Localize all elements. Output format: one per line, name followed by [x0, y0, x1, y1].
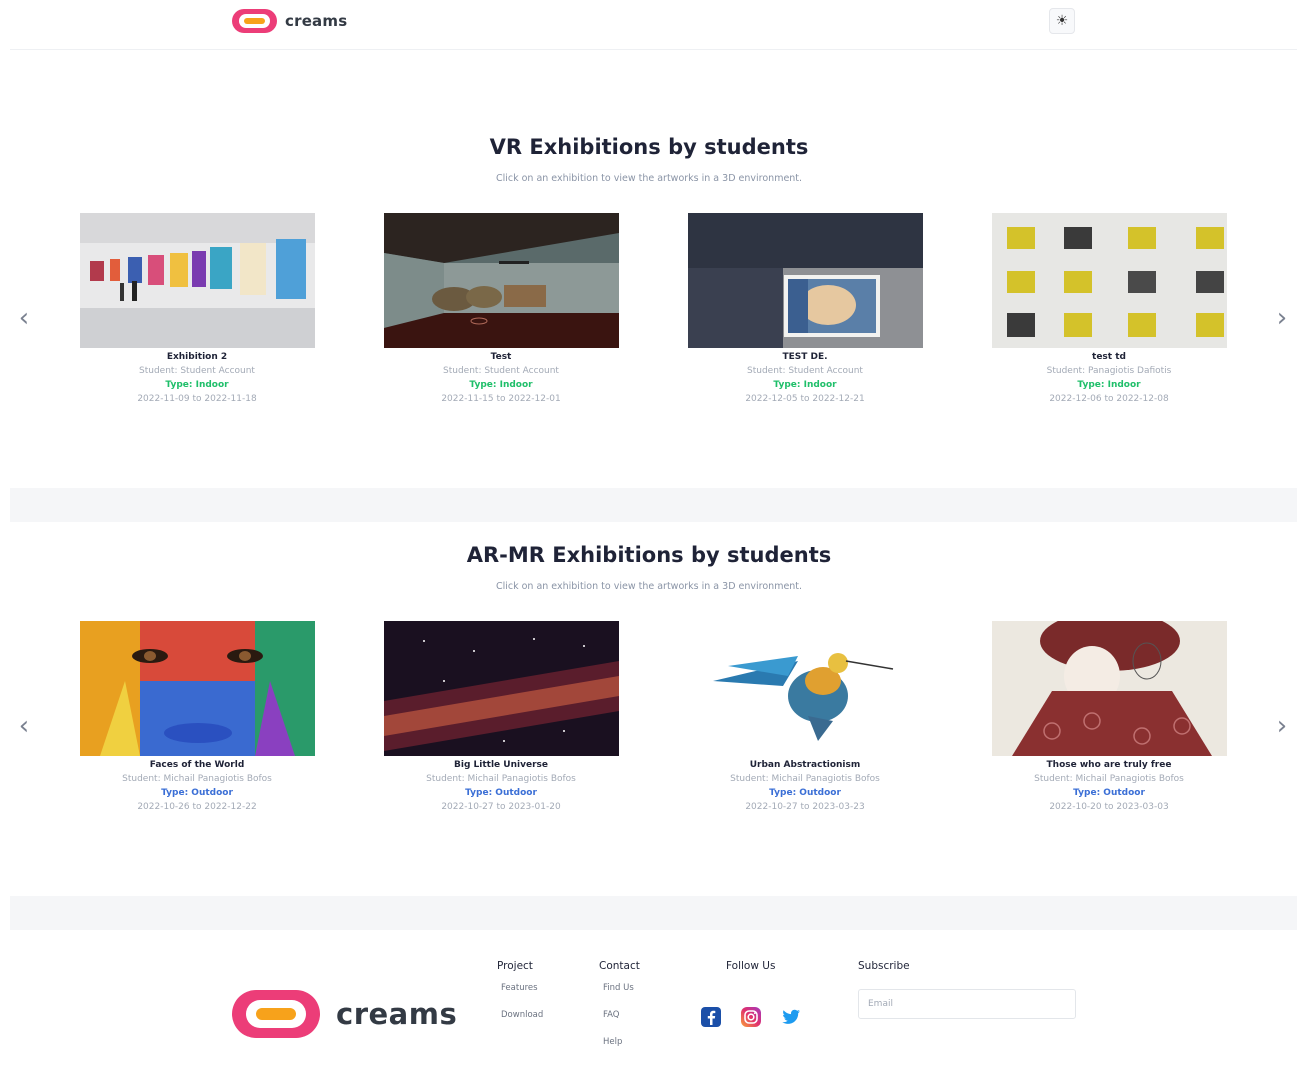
exhibition-student: Student: Michail Panagiotis Bofos	[730, 774, 880, 784]
exhibition-thumbnail	[992, 213, 1227, 348]
footer-link-faq[interactable]: FAQ	[603, 1010, 619, 1020]
exhibition-student: Student: Student Account	[139, 366, 255, 376]
exhibition-name: Urban Abstractionism	[749, 760, 861, 770]
exhibition-student: Student: Michail Panagiotis Bofos	[1034, 774, 1184, 784]
footer-link-features[interactable]: Features	[501, 983, 538, 993]
creams-logo-icon	[230, 988, 322, 1040]
exhibition-type: Type: Outdoor	[769, 788, 841, 798]
email-field[interactable]	[858, 989, 1076, 1019]
exhibition-name: TEST DE.	[782, 352, 828, 362]
exhibition-dates: 2022-12-05 to 2022-12-21	[745, 394, 865, 404]
footer-link-find-us[interactable]: Find Us	[603, 983, 634, 993]
exhibition-dates: 2022-11-15 to 2022-12-01	[441, 394, 561, 404]
vr-next-arrow-icon[interactable]: ›	[1272, 305, 1292, 331]
footer-brand-logo[interactable]: creams	[230, 988, 457, 1040]
exhibition-student: Student: Student Account	[443, 366, 559, 376]
exhibition-name: Test	[490, 352, 512, 362]
exhibition-dates: 2022-10-26 to 2022-12-22	[137, 802, 257, 812]
exhibition-type: Type: Outdoor	[465, 788, 537, 798]
twitter-icon[interactable]	[780, 1006, 802, 1028]
exhibition-name: test td	[1092, 352, 1126, 362]
section-divider	[10, 488, 1297, 522]
exhibition-dates: 2022-10-27 to 2023-01-20	[441, 802, 561, 812]
facebook-icon[interactable]	[700, 1006, 722, 1028]
exhibition-type: Type: Indoor	[773, 380, 837, 390]
brand-name: creams	[285, 12, 348, 30]
exhibition-name: Exhibition 2	[166, 352, 228, 362]
brand-logo[interactable]: creams	[231, 8, 347, 34]
theme-toggle-button[interactable]: ☀	[1049, 8, 1075, 34]
footer-link-help[interactable]: Help	[603, 1037, 622, 1047]
exhibition-student: Student: Michail Panagiotis Bofos	[426, 774, 576, 784]
exhibition-thumbnail	[688, 213, 923, 348]
exhibition-dates: 2022-12-06 to 2022-12-08	[1049, 394, 1169, 404]
ar-prev-arrow-icon[interactable]: ‹	[14, 713, 34, 739]
exhibition-type: Type: Outdoor	[161, 788, 233, 798]
exhibition-thumbnail	[384, 621, 619, 756]
exhibition-student: Student: Panagiotis Dafiotis	[1046, 366, 1172, 376]
footer-follow-title: Follow Us	[726, 960, 776, 972]
exhibition-thumbnail	[992, 621, 1227, 756]
vr-prev-arrow-icon[interactable]: ‹	[14, 305, 34, 331]
header: creams ☀	[10, 0, 1297, 50]
exhibition-student: Student: Student Account	[747, 366, 863, 376]
exhibition-student: Student: Michail Panagiotis Bofos	[122, 774, 272, 784]
creams-logo-icon	[231, 8, 278, 34]
exhibition-name: Faces of the World	[149, 760, 245, 770]
footer-subscribe-title: Subscribe	[858, 960, 910, 972]
exhibition-type: Type: Indoor	[469, 380, 533, 390]
exhibition-thumbnail	[384, 213, 619, 348]
ar-next-arrow-icon[interactable]: ›	[1272, 713, 1292, 739]
footer-project-title: Project	[497, 960, 533, 972]
exhibition-dates: 2022-10-20 to 2023-03-03	[1049, 802, 1169, 812]
instagram-icon[interactable]	[740, 1006, 762, 1028]
ar-section-title: AR-MR Exhibitions by students	[466, 543, 832, 567]
ar-section-subtitle: Click on an exhibition to view the artwo…	[495, 581, 803, 592]
exhibition-name: Big Little Universe	[454, 760, 548, 770]
section-divider	[10, 896, 1297, 930]
footer-contact-title: Contact	[599, 960, 640, 972]
exhibition-dates: 2022-10-27 to 2023-03-23	[745, 802, 865, 812]
exhibition-type: Type: Outdoor	[1073, 788, 1145, 798]
exhibition-type: Type: Indoor	[165, 380, 229, 390]
exhibition-thumbnail	[80, 621, 315, 756]
footer-brand-name: creams	[336, 997, 458, 1031]
vr-section-subtitle: Click on an exhibition to view the artwo…	[495, 173, 803, 184]
sun-icon: ☀	[1055, 13, 1069, 29]
exhibition-name: Those who are truly free	[1046, 760, 1172, 770]
footer-link-download[interactable]: Download	[501, 1010, 543, 1020]
exhibition-thumbnail	[80, 213, 315, 348]
exhibition-type: Type: Indoor	[1077, 380, 1141, 390]
exhibition-thumbnail	[688, 621, 923, 756]
exhibition-dates: 2022-11-09 to 2022-11-18	[137, 394, 257, 404]
vr-section-title: VR Exhibitions by students	[489, 135, 809, 159]
